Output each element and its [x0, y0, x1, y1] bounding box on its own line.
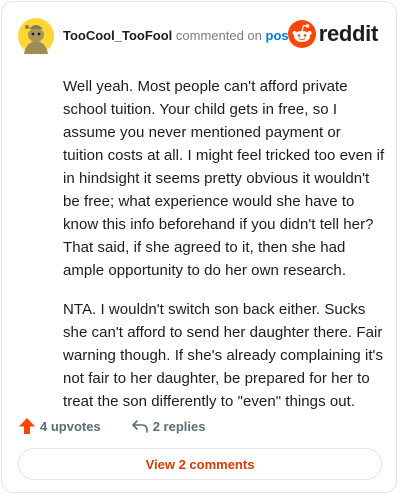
- comment-card: TooCool_TooFool commented on post reddit…: [1, 1, 397, 493]
- comment-header: TooCool_TooFool commented on post reddit: [18, 18, 380, 54]
- reddit-alien-icon: [287, 20, 316, 48]
- comment-body: Well yeah. Most people can't afford priv…: [63, 75, 385, 429]
- comment-meta: TooCool_TooFool commented on post: [63, 28, 293, 44]
- action-text: commented on: [175, 28, 262, 43]
- author-name[interactable]: TooCool_TooFool: [63, 28, 172, 43]
- replies-button[interactable]: 2 replies: [131, 417, 206, 435]
- comment-actions: 4 upvotes 2 replies: [18, 416, 235, 436]
- reddit-logo[interactable]: reddit: [287, 19, 379, 49]
- reddit-wordmark: reddit: [318, 21, 379, 46]
- upvote-count: 4 upvotes: [40, 418, 101, 434]
- comment-paragraph: NTA. I wouldn't switch son back either. …: [63, 301, 384, 410]
- reply-count: 2 replies: [152, 418, 206, 434]
- upvote-arrow-icon: [19, 418, 35, 434]
- reply-arrow-icon: [131, 420, 148, 433]
- comment-paragraph: Well yeah. Most people can't afford priv…: [63, 78, 385, 279]
- upvote-button[interactable]: 4 upvotes: [18, 417, 101, 435]
- view-comments-button[interactable]: View 2 comments: [18, 448, 382, 480]
- avatar-icon[interactable]: [18, 18, 54, 54]
